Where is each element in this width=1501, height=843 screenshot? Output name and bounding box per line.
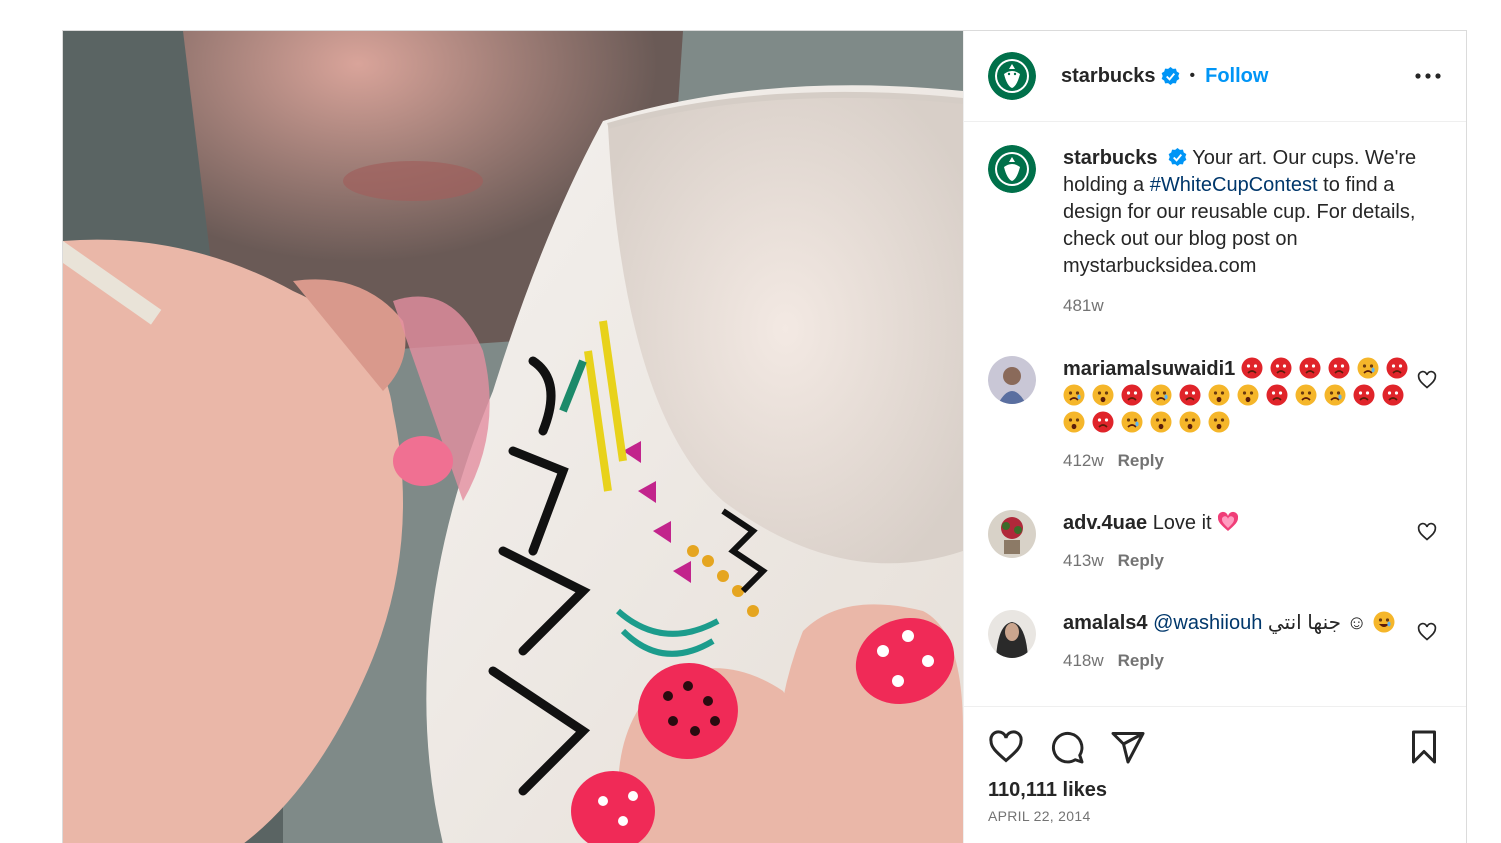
header-username[interactable]: starbucks	[1061, 65, 1156, 88]
post-header: starbucks • Follow	[964, 31, 1466, 122]
heart-sparkle-emoji-icon	[1218, 511, 1239, 531]
comment-item: adv.4uae Love it 413w Reply	[988, 510, 1442, 574]
caption-age: 481w	[1063, 296, 1104, 315]
comment-username[interactable]: amalals4	[1063, 612, 1148, 634]
caption-avatar[interactable]	[988, 145, 1036, 193]
comment-icon[interactable]	[1049, 729, 1085, 765]
commenter-avatar[interactable]	[988, 356, 1036, 404]
worried-emoji-icon	[1295, 384, 1317, 406]
angry-emoji-icon	[1353, 384, 1375, 406]
comment-username[interactable]: adv.4uae	[1063, 512, 1147, 534]
comments-list[interactable]: starbucks Your art. Our cups. We're hold…	[964, 123, 1466, 706]
verified-badge-icon	[1168, 148, 1187, 167]
photo-painting-cup	[63, 31, 963, 843]
share-icon[interactable]	[1110, 729, 1146, 765]
comment-item: amalals4 @washiiouh جنها انتي ☺ 418w Repl…	[988, 610, 1442, 674]
bookmark-icon[interactable]	[1406, 729, 1442, 765]
shocked-emoji-icon	[1237, 384, 1259, 406]
comment-age: 418w	[1063, 651, 1104, 670]
comment-text: Love it	[1152, 512, 1212, 534]
starbucks-avatar[interactable]	[988, 52, 1036, 100]
caption: starbucks Your art. Our cups. We're hold…	[988, 145, 1442, 319]
crying-emoji-icon	[1121, 411, 1143, 433]
shocked-emoji-icon	[1179, 411, 1201, 433]
verified-badge-icon	[1161, 66, 1179, 85]
caption-username[interactable]: starbucks	[1063, 147, 1158, 169]
starbucks-logo-icon	[988, 145, 1036, 193]
commenter-avatar[interactable]	[988, 610, 1036, 658]
crying-emoji-icon	[1324, 384, 1346, 406]
shocked-emoji-icon	[1063, 411, 1085, 433]
post-side-panel: starbucks • Follow starbucks Your art. O…	[963, 31, 1466, 843]
angry-emoji-icon	[1382, 384, 1404, 406]
comment-username[interactable]: mariamalsuwaidi1	[1063, 358, 1235, 380]
angry-emoji-icon	[1266, 384, 1288, 406]
post-actions: 110,111 likes APRIL 22, 2014	[964, 706, 1466, 824]
angry-emoji-icon	[1299, 357, 1321, 379]
comment-item: mariamalsuwaidi1 412w Reply	[988, 356, 1442, 474]
shocked-emoji-icon	[1208, 384, 1230, 406]
comment-emojis	[1373, 611, 1402, 634]
header-separator: •	[1189, 67, 1196, 84]
commenter-avatar[interactable]	[988, 510, 1036, 558]
starbucks-logo-icon	[988, 52, 1036, 100]
comment-like-heart-icon[interactable]	[1417, 370, 1437, 390]
angry-emoji-icon	[1386, 357, 1408, 379]
comment-age: 413w	[1063, 551, 1104, 570]
post-image[interactable]	[63, 31, 963, 843]
crying-emoji-icon	[1150, 384, 1172, 406]
comment-age: 412w	[1063, 451, 1104, 470]
reply-button[interactable]: Reply	[1118, 451, 1164, 470]
post-date: APRIL 22, 2014	[988, 808, 1091, 824]
shocked-emoji-icon	[1092, 384, 1114, 406]
comment-like-heart-icon[interactable]	[1417, 522, 1437, 542]
angry-emoji-icon	[1328, 357, 1350, 379]
likes-count[interactable]: 110,111 likes	[988, 779, 1442, 802]
mention-link[interactable]: @washiiouh	[1153, 612, 1262, 634]
heart-icon[interactable]	[988, 729, 1024, 765]
comment-text: جنها انتي ☺	[1267, 612, 1367, 634]
angry-emoji-icon	[1241, 357, 1263, 379]
crying-emoji-icon	[1063, 384, 1085, 406]
shocked-emoji-icon	[1150, 411, 1172, 433]
comment-emojis	[1217, 511, 1246, 534]
shocked-emoji-icon	[1208, 411, 1230, 433]
angry-emoji-icon	[1121, 384, 1143, 406]
more-options-icon[interactable]	[1414, 62, 1442, 90]
post-dialog: starbucks • Follow starbucks Your art. O…	[62, 30, 1467, 843]
reply-button[interactable]: Reply	[1118, 651, 1164, 670]
angry-emoji-icon	[1179, 384, 1201, 406]
comment-like-heart-icon[interactable]	[1417, 622, 1437, 642]
angry-emoji-icon	[1270, 357, 1292, 379]
laughing-emoji-icon	[1373, 611, 1395, 633]
hashtag-link[interactable]: #WhiteCupContest	[1150, 174, 1318, 196]
reply-button[interactable]: Reply	[1118, 551, 1164, 570]
angry-emoji-icon	[1092, 411, 1114, 433]
follow-button[interactable]: Follow	[1205, 65, 1268, 88]
crying-emoji-icon	[1357, 357, 1379, 379]
